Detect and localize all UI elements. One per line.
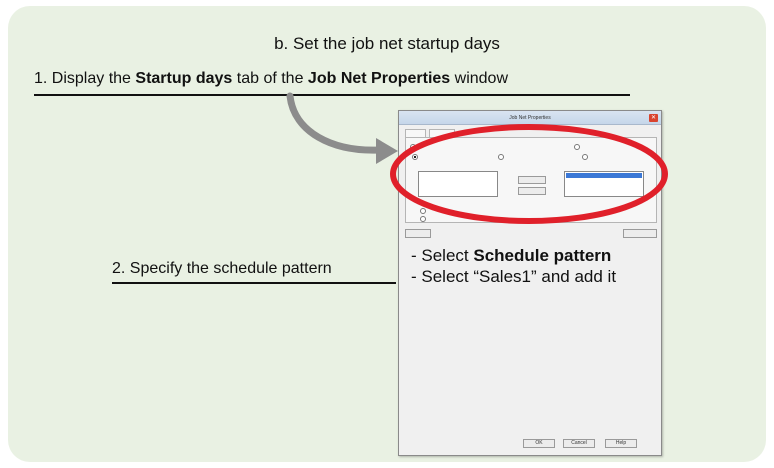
dialog-titlebar: Job Net Properties ✕	[399, 111, 661, 125]
radio-option-c[interactable]	[498, 154, 506, 160]
section-heading: b. Set the job net startup days	[274, 34, 500, 53]
radio-option-f[interactable]	[420, 216, 428, 222]
radio-option-b[interactable]	[574, 144, 582, 150]
startup-days-pane	[405, 137, 657, 223]
preview-button[interactable]	[623, 229, 657, 238]
ok-button[interactable]: OK	[523, 439, 555, 448]
available-patterns-list[interactable]	[418, 171, 498, 197]
help-button[interactable]: Help	[605, 439, 637, 448]
radio-option-a[interactable]	[410, 144, 418, 150]
tab-a[interactable]	[405, 129, 427, 137]
delete-button[interactable]	[518, 187, 546, 195]
step-1-suffix: window	[450, 70, 508, 87]
dialog-tabs	[405, 129, 455, 137]
step-1-bold-window: Job Net Properties	[307, 70, 451, 87]
instruction-line-2: - Select “Sales1” and add it	[411, 267, 617, 286]
job-net-properties-dialog: Job Net Properties ✕ - Select Schedule p…	[398, 110, 662, 456]
dialog-button-row: OK Cancel Help	[399, 439, 663, 449]
cancel-button[interactable]: Cancel	[563, 439, 595, 448]
step-2-underline	[112, 282, 396, 284]
radio-option-e[interactable]	[420, 208, 428, 214]
dialog-title: Job Net Properties	[509, 115, 551, 121]
step-1-middle: tab of the	[232, 70, 308, 87]
annotation-instructions: - Select Schedule pattern - Select “Sale…	[411, 245, 616, 287]
selected-pattern-item[interactable]	[566, 173, 642, 178]
step-2-instruction: 2. Specify the schedule pattern	[112, 260, 332, 277]
step-1-instruction: 1. Display the Startup days tab of the J…	[34, 70, 508, 88]
pane-button-row	[405, 229, 657, 239]
schedule-pattern-label: Schedule pattern	[473, 246, 612, 265]
step-1-prefix: 1. Display the	[34, 70, 136, 87]
curved-arrow-icon	[286, 92, 398, 164]
radio-schedule-pattern[interactable]	[412, 154, 420, 160]
tab-startup-days[interactable]	[429, 129, 455, 137]
instruction-line-1: - Select Schedule pattern	[411, 246, 612, 265]
step-1-bold-tab: Startup days	[135, 70, 233, 87]
add-button[interactable]	[518, 176, 546, 184]
selected-patterns-list[interactable]	[564, 171, 644, 197]
close-icon[interactable]: ✕	[649, 114, 658, 122]
details-button[interactable]	[405, 229, 431, 238]
radio-option-d[interactable]	[582, 154, 590, 160]
